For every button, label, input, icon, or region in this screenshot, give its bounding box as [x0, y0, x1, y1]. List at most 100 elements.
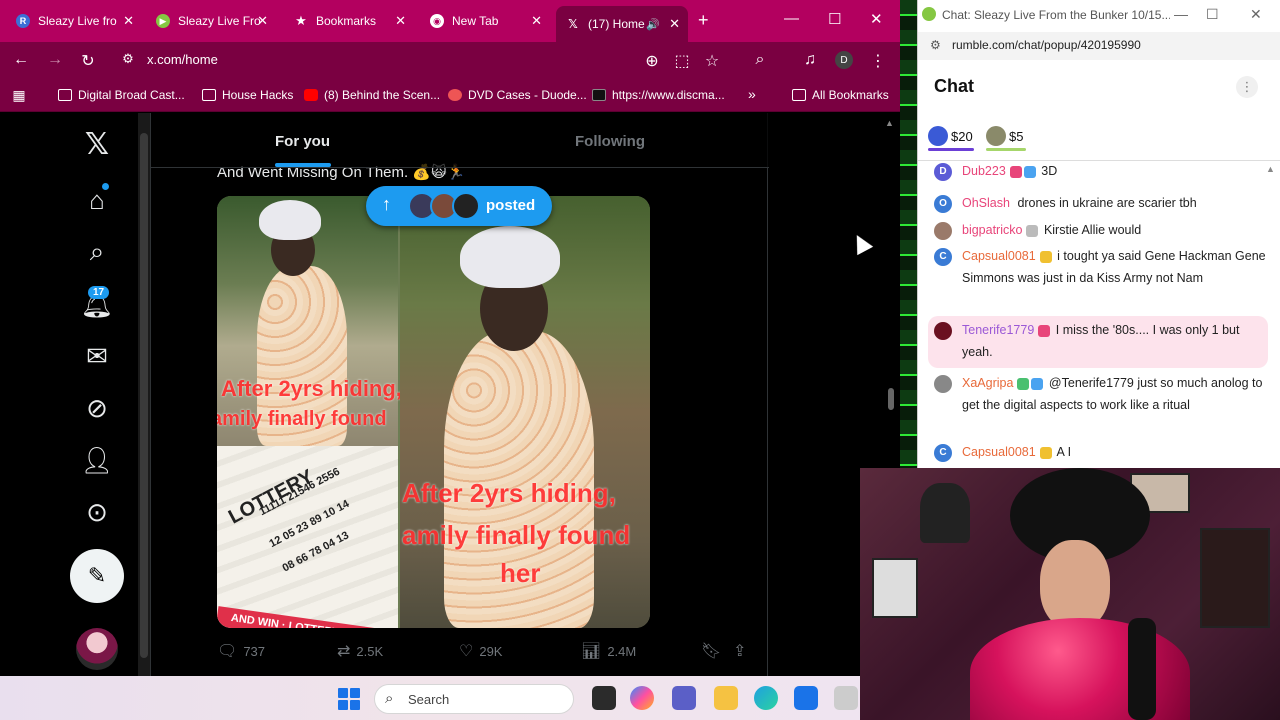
rant-chip[interactable]: $20 — [928, 126, 973, 146]
maximize-icon[interactable]: ☐ — [1206, 6, 1219, 23]
chat-menu-button[interactable]: ⋮ — [1236, 76, 1258, 98]
new-tab-button[interactable]: + — [698, 10, 709, 31]
close-icon[interactable]: ✕ — [395, 13, 406, 29]
explore-icon[interactable]: ⌕ — [80, 235, 114, 269]
avatar — [986, 126, 1006, 146]
tab-bookmarks[interactable]: ★ Bookmarks ✕ — [284, 6, 414, 36]
user-avatar: C — [934, 444, 952, 462]
repost-count: 2.5K — [356, 643, 384, 659]
site-info-icon[interactable]: ⚙ — [930, 38, 941, 52]
tab-for-you[interactable]: For you — [275, 133, 330, 150]
bookmark-item[interactable]: https://www.discma... — [592, 88, 725, 102]
posted-label: posted — [486, 197, 536, 214]
bookmark-item[interactable]: DVD Cases - Duode... — [448, 88, 587, 102]
menu-icon[interactable]: ⋮ — [868, 51, 888, 71]
username[interactable]: OhSlash — [962, 196, 1010, 210]
wall-poster — [872, 558, 918, 618]
tab-sleazy-2[interactable]: ▶ Sleazy Live Fro ✕ — [146, 6, 276, 36]
rant-chip[interactable]: $5 — [986, 126, 1023, 146]
close-icon[interactable]: ✕ — [257, 13, 268, 29]
bookmark-button[interactable]: 🔖︎ — [701, 641, 727, 661]
notification-badge: 17 — [88, 286, 110, 299]
home-icon[interactable]: ⌂ — [80, 183, 114, 217]
rant-progress — [928, 148, 974, 151]
task-view-icon[interactable] — [592, 686, 616, 710]
forward-icon[interactable]: → — [45, 51, 65, 69]
profile-icon[interactable]: 👤︎ — [80, 443, 114, 477]
hat-prop — [920, 483, 970, 543]
back-icon[interactable]: ← — [11, 51, 31, 69]
user-avatar: D — [934, 163, 952, 181]
tab-sleazy-1[interactable]: R Sleazy Live fro ✕ — [6, 6, 142, 36]
profile-avatar[interactable]: D — [835, 51, 853, 69]
username[interactable]: Capsual0081 — [962, 445, 1036, 459]
taskbar-search[interactable]: ⌕ Search — [374, 684, 574, 714]
new-posts-pill[interactable]: ↑ posted — [366, 186, 552, 226]
file-explorer-icon[interactable] — [714, 686, 738, 710]
reload-icon[interactable]: ↻ — [78, 51, 98, 71]
app-icon[interactable] — [834, 686, 858, 710]
share-button[interactable]: ⇪ — [733, 641, 752, 661]
windows-start-icon[interactable] — [338, 688, 360, 710]
views-button[interactable]: 📊︎ 2.4M — [581, 641, 636, 661]
store-icon[interactable] — [794, 686, 818, 710]
bookmark-star-icon[interactable]: ☆ — [702, 51, 722, 71]
media-control-icon[interactable]: ♫ — [800, 51, 820, 69]
edge-icon[interactable] — [754, 686, 778, 710]
chat-message: bigpatricko Kirstie Allie would — [928, 220, 1268, 242]
bookmark-item[interactable]: Digital Broad Cast... — [58, 88, 185, 102]
close-icon[interactable]: ✕ — [1250, 6, 1262, 23]
copilot-icon[interactable] — [630, 686, 654, 710]
tweet-actions: 🗨︎ 737 ⇄ 2.5K ♡ 29K 📊︎ 2.4M 🔖︎ ⇪ — [217, 641, 757, 665]
lens-icon[interactable]: ⌕ — [750, 51, 770, 69]
tab-new-tab[interactable]: ◉ New Tab ✕ — [420, 6, 550, 36]
site-info-icon[interactable]: ⚙ — [118, 51, 138, 67]
reply-button[interactable]: 🗨︎ 737 — [217, 641, 265, 661]
close-icon[interactable]: ✕ — [669, 16, 680, 32]
video-still-right: After 2yrs hiding, amily finally found h… — [400, 196, 650, 628]
grok-icon[interactable]: ⊘ — [80, 391, 114, 425]
close-icon[interactable]: ✕ — [123, 13, 134, 29]
username[interactable]: Tenerife1779 — [962, 323, 1034, 337]
bookmark-item[interactable]: (8) Behind the Scen... — [304, 88, 440, 102]
badge-icon — [1026, 224, 1039, 237]
minimize-icon[interactable]: — — [784, 10, 799, 27]
compose-post-button[interactable]: ✎ — [70, 549, 124, 603]
tab-following[interactable]: Following — [575, 133, 645, 150]
messages-icon[interactable]: ✉ — [80, 339, 114, 373]
account-avatar[interactable] — [76, 628, 118, 670]
repost-button[interactable]: ⇄ 2.5K — [337, 641, 383, 661]
bookmark-item[interactable]: House Hacks — [202, 88, 293, 102]
tab-x-home[interactable]: 𝕏 (17) Home 🔊 ✕ — [556, 6, 688, 42]
bookmarks-overflow-button[interactable]: » — [748, 86, 756, 102]
x-logo-icon[interactable]: 𝕏 — [80, 127, 114, 162]
views-count: 2.4M — [607, 643, 637, 659]
overlay-caption: her — [500, 558, 541, 588]
username[interactable]: Dub223 — [962, 164, 1006, 178]
scroll-thumb[interactable] — [140, 133, 148, 658]
taskbar: ⌕ Search — [0, 676, 860, 720]
minimize-icon[interactable]: — — [1174, 6, 1188, 22]
zoom-icon[interactable]: ⊕ — [642, 51, 662, 71]
page-scroll-thumb[interactable] — [888, 388, 894, 410]
user-avatar — [934, 322, 952, 340]
all-bookmarks-button[interactable]: All Bookmarks — [792, 88, 889, 102]
close-window-icon[interactable]: ✕ — [870, 10, 883, 28]
apps-icon[interactable]: ▦ — [9, 87, 29, 104]
teams-icon[interactable] — [672, 686, 696, 710]
like-button[interactable]: ♡ 29K — [459, 641, 502, 661]
more-icon[interactable]: ⊙ — [80, 495, 114, 529]
rumble-icon: ▶ — [156, 14, 170, 28]
maximize-icon[interactable]: ☐ — [828, 10, 841, 28]
username[interactable]: XaAgripa — [962, 376, 1013, 390]
tab-label: New Tab — [452, 14, 499, 28]
scroll-up-icon[interactable]: ▲ — [885, 118, 894, 128]
tweet-media[interactable]: After 2yrs hiding, amily finally found L… — [217, 196, 650, 628]
username[interactable]: Capsual0081 — [962, 249, 1036, 263]
install-icon[interactable]: ⬚ — [672, 51, 692, 71]
x-page: 𝕏 ⌂ ⌕ 🔔︎ 17 ✉ ⊘ 👤︎ ⊙ ✎ And Went Missing … — [0, 113, 900, 676]
speaker-icon[interactable]: 🔊 — [646, 18, 660, 31]
username[interactable]: bigpatricko — [962, 223, 1022, 237]
close-icon[interactable]: ✕ — [531, 13, 542, 29]
rumble-icon — [922, 7, 936, 21]
